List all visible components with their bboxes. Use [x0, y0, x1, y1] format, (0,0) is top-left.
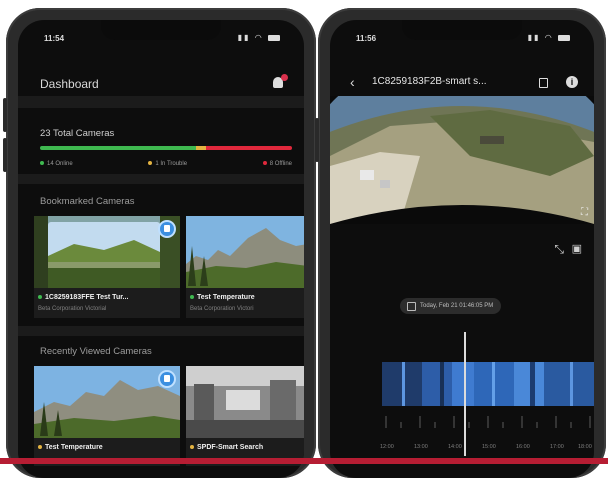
- dashboard-screen: 11:54 ▮▮ ◠ Dashboard 23 Total Cameras 14…: [18, 20, 304, 478]
- total-cameras[interactable]: 23 Total Cameras: [40, 128, 114, 139]
- online-segment: [40, 146, 197, 150]
- camera-thumbnail: [186, 216, 304, 288]
- back-button[interactable]: ‹: [350, 74, 355, 90]
- divider: [18, 96, 304, 108]
- timeline-label: 13:00: [414, 444, 428, 450]
- camera-thumbnail: [34, 366, 180, 438]
- health-legend: 14 Online 1 In Trouble 8 Offline: [40, 161, 292, 167]
- camera-name-text: Test Temperature: [45, 444, 103, 451]
- timeline-label: 18:00: [578, 444, 592, 450]
- trouble-dot-icon: [148, 161, 153, 166]
- recent-camera-card[interactable]: Test Temperature: [34, 366, 180, 466]
- bookmark-icon[interactable]: [160, 222, 174, 236]
- online-dot-icon: [40, 161, 44, 166]
- timeline-ticks: [385, 416, 591, 428]
- notification-badge: [281, 74, 288, 81]
- legend-online[interactable]: 14 Online: [40, 161, 73, 167]
- recent-camera-card[interactable]: SPDF-Smart Search: [186, 366, 304, 466]
- offline-label: 8 Offline: [269, 161, 292, 167]
- legend-trouble[interactable]: 1 In Trouble: [148, 161, 187, 167]
- status-icons: ▮▮ ◠: [528, 33, 570, 42]
- status-time: 11:54: [44, 34, 65, 43]
- offline-dot-icon: [262, 161, 267, 166]
- divider: [18, 326, 304, 336]
- timeline-label: 14:00: [448, 444, 462, 450]
- camera-name: SPDF-Smart Search: [190, 444, 263, 451]
- camera-name: 1C8259183FFE Test Tur...: [38, 294, 128, 301]
- legend-offline[interactable]: 8 Offline: [262, 161, 292, 167]
- volume-button: [3, 98, 7, 132]
- info-icon[interactable]: i: [566, 76, 578, 88]
- fullscreen-icon[interactable]: ⛶: [581, 207, 588, 218]
- bookmarked-camera-card[interactable]: Test Temperature Beta Corporation Victor…: [186, 216, 304, 318]
- status-dot-icon: [190, 295, 194, 300]
- timeline-label: 15:00: [482, 444, 496, 450]
- notch: [402, 20, 522, 40]
- page-title: Dashboard: [40, 77, 99, 91]
- trouble-label: 1 In Trouble: [155, 161, 188, 167]
- camera-thumbnail: [186, 366, 304, 438]
- status-time: 11:56: [356, 34, 377, 43]
- bookmarked-title: Bookmarked Cameras: [40, 196, 135, 207]
- status-dot-icon: [38, 295, 42, 300]
- camera-name: Test Temperature: [190, 294, 255, 301]
- fisheye-video-frame: [330, 96, 594, 224]
- signal-icon: ▮▮: [237, 33, 251, 42]
- recording-timeline[interactable]: [382, 362, 594, 406]
- wifi-icon: ◠: [544, 33, 554, 42]
- battery-icon: [558, 34, 570, 41]
- chevron-left-icon: ‹: [350, 74, 355, 90]
- notch: [101, 20, 221, 40]
- bookmark-icon[interactable]: [160, 372, 174, 386]
- playhead[interactable]: [464, 332, 466, 456]
- camera-health-bar: [40, 146, 292, 150]
- camera-name-text: SPDF-Smart Search: [197, 444, 264, 451]
- brand-accent-bar: [0, 458, 608, 464]
- status-dot-icon: [38, 445, 42, 450]
- camera-name-text: Test Temperature: [197, 294, 255, 301]
- timeline-label: 16:00: [516, 444, 530, 450]
- bookmarked-camera-card[interactable]: 1C8259183FFE Test Tur... Beta Corporatio…: [34, 216, 180, 318]
- signal-icon: ▮▮: [527, 33, 541, 42]
- timeline-label: 12:00: [380, 444, 394, 450]
- camera-name-text: 1C8259183FFE Test Tur...: [45, 294, 129, 301]
- date-picker-button[interactable]: Today, Feb 21 01:46:05 PM: [400, 298, 502, 314]
- date-pill-text: Today, Feb 21 01:46:05 PM: [420, 303, 494, 309]
- camera-thumbnail: [34, 216, 180, 288]
- bookmark-icon[interactable]: [539, 78, 548, 88]
- wifi-icon: ◠: [254, 33, 264, 42]
- camera-title: 1C8259183F2B-smart s...: [372, 76, 487, 87]
- camera-org: Beta Corporation Victori: [190, 306, 254, 312]
- offline-segment: [206, 146, 292, 150]
- status-icons: ▮▮ ◠: [238, 33, 280, 42]
- power-button: [315, 118, 319, 162]
- camera-org: Beta Corporation Victorial: [38, 306, 107, 312]
- phone-dashboard: 11:54 ▮▮ ◠ Dashboard 23 Total Cameras 14…: [3, 8, 316, 478]
- battery-icon: [268, 34, 280, 41]
- online-label: 14 Online: [47, 161, 73, 167]
- notifications-button[interactable]: [272, 74, 288, 89]
- video-player[interactable]: ⛶: [330, 96, 594, 224]
- phone-camera-view: 11:56 ▮▮ ◠ ‹ 1C8259183F2B-smart s... i ⛶…: [315, 8, 606, 478]
- timeline-label: 17:00: [550, 444, 564, 450]
- divider: [18, 174, 304, 184]
- sd-card-icon[interactable]: ▣: [572, 242, 582, 255]
- camera-screen: 11:56 ▮▮ ◠ ‹ 1C8259183F2B-smart s... i ⛶…: [330, 20, 594, 478]
- calendar-icon: [407, 302, 416, 311]
- trouble-segment: [196, 146, 207, 150]
- ptz-icon[interactable]: ⤡: [554, 242, 564, 257]
- camera-name: Test Temperature: [38, 444, 103, 451]
- recent-title: Recently Viewed Cameras: [40, 346, 152, 357]
- volume-button: [3, 138, 7, 172]
- status-dot-icon: [190, 445, 194, 450]
